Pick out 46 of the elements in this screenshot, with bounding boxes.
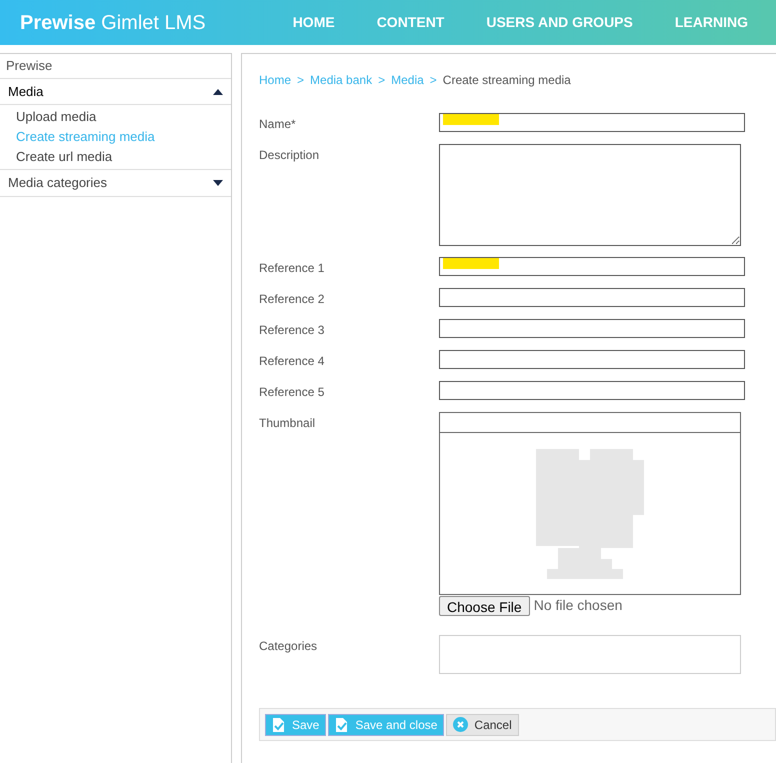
save-check-icon	[335, 716, 350, 732]
text-field[interactable]	[439, 350, 745, 369]
field-label: Name*	[259, 116, 297, 133]
cancel-icon	[453, 717, 468, 732]
field-label: Reference 1	[259, 260, 326, 277]
text-field[interactable]	[439, 319, 745, 338]
text-field[interactable]	[439, 381, 745, 400]
categories-field[interactable]	[439, 635, 741, 674]
sidebar-link[interactable]: Upload media	[0, 107, 231, 127]
field-label: Reference 2	[259, 291, 326, 308]
breadcrumb-separator: >	[297, 72, 304, 89]
nav-link[interactable]: LEARNING	[674, 12, 748, 33]
brand-logo[interactable]: Prewise Gimlet LMS	[20, 8, 206, 38]
caret-down-icon	[213, 180, 223, 186]
sidebar-link[interactable]: Create streaming media	[0, 127, 231, 147]
save-button[interactable]: Save and close	[328, 714, 444, 736]
text-field[interactable]	[439, 113, 745, 132]
save-button[interactable]: Save	[265, 714, 326, 736]
file-status: No file chosen	[534, 596, 622, 615]
sidebar-group[interactable]: Media categories	[0, 170, 231, 196]
cancel-button[interactable]: Cancel	[446, 714, 519, 736]
choose-file-button[interactable]: Choose File	[439, 596, 530, 616]
save-check-icon	[272, 716, 286, 732]
breadcrumb-link[interactable]: Media bank	[310, 71, 372, 89]
placeholder-image-icon	[536, 448, 644, 578]
text-field[interactable]	[439, 288, 745, 307]
breadcrumb-separator: >	[378, 72, 386, 89]
breadcrumb-link[interactable]: Media	[391, 71, 424, 89]
current-page-text: Create streaming media	[442, 72, 571, 89]
breadcrumb-link[interactable]: Home	[259, 71, 292, 89]
text-field[interactable]	[439, 257, 745, 276]
nav-link[interactable]: HOME	[292, 12, 335, 33]
field-label: Reference 3	[259, 322, 326, 339]
description-textarea[interactable]	[439, 144, 741, 246]
breadcrumb-separator: >	[430, 72, 437, 89]
field-label: Description	[259, 147, 320, 164]
field-label: Reference 4	[259, 353, 326, 370]
field-label: Reference 5	[259, 384, 326, 401]
field-label: Thumbnail	[259, 415, 316, 432]
sidebar-group[interactable]: Media	[0, 79, 231, 105]
nav-link[interactable]: USERS AND GROUPS	[486, 12, 633, 33]
nav-link[interactable]: CONTENT	[376, 12, 444, 33]
field-label: Categories	[259, 638, 318, 655]
sidebar-link[interactable]: Create url media	[0, 147, 231, 167]
sidebar-title: Prewise	[0, 54, 231, 79]
caret-up-icon	[213, 88, 223, 94]
